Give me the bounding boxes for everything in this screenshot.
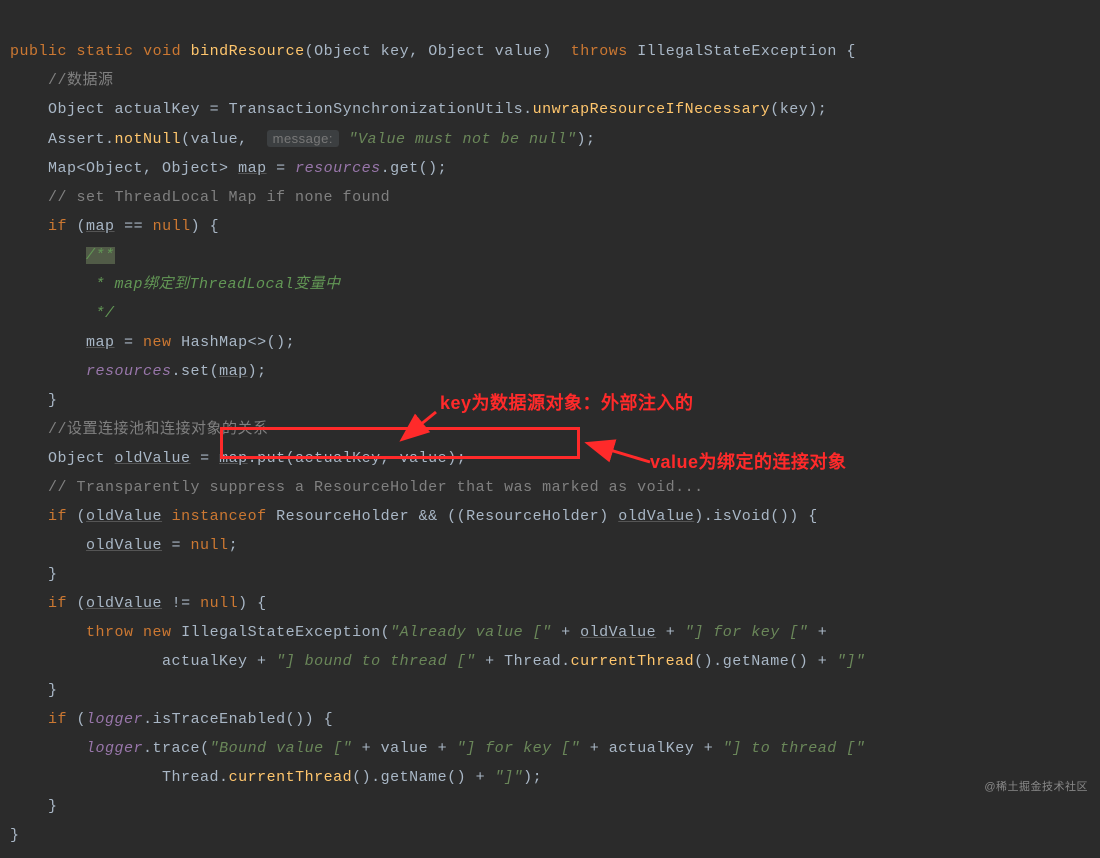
- cb-close: */: [86, 305, 115, 322]
- l14-s2: "] for key [": [457, 740, 581, 757]
- l12-m3: getName: [723, 653, 790, 670]
- l2-arg: key: [780, 101, 809, 118]
- l4-method: get: [390, 160, 419, 177]
- l9-var: oldValue: [86, 508, 162, 525]
- l14-s3: "] to thread [": [723, 740, 866, 757]
- p2-type: Object: [428, 43, 485, 60]
- l5-var: map: [86, 218, 115, 235]
- kw-public: public: [10, 43, 67, 60]
- l2-method: unwrapResourceIfNecessary: [533, 101, 771, 118]
- l14-v2: actualKey: [609, 740, 695, 757]
- l12-s1: "Already value [": [390, 624, 552, 641]
- l6-cls: HashMap<>: [181, 334, 267, 351]
- l12-cls2: Thread: [504, 653, 561, 670]
- l12-s2: "] for key [": [685, 624, 809, 641]
- l12-s4: "]": [837, 653, 866, 670]
- code-editor[interactable]: public static void bindResource(Object k…: [0, 0, 1100, 858]
- l3-method: notNull: [115, 131, 182, 148]
- l2-type: Object: [48, 101, 105, 118]
- l7-field: resources: [86, 363, 172, 380]
- l9-var2: oldValue: [618, 508, 694, 525]
- kw-void: void: [143, 43, 181, 60]
- l12-var: oldValue: [580, 624, 656, 641]
- cb-body: * map绑定到ThreadLocal变量中: [86, 276, 341, 293]
- l8-method: put: [257, 450, 286, 467]
- l2-var: actualKey: [115, 101, 201, 118]
- l4-type: Map<Object, Object>: [48, 160, 229, 177]
- l6-new: new: [143, 334, 172, 351]
- l13-m: isTraceEnabled: [153, 711, 286, 728]
- l9-cls: ResourceHolder: [276, 508, 409, 525]
- l5-if: if: [48, 218, 67, 235]
- l9-io: instanceof: [172, 508, 267, 525]
- kw-static: static: [77, 43, 134, 60]
- l13-field: logger: [86, 711, 143, 728]
- l7-arg: map: [219, 363, 248, 380]
- kw-throws: throws: [571, 43, 628, 60]
- l14-m: trace: [153, 740, 201, 757]
- l3-cls: Assert: [48, 131, 105, 148]
- l14-v1: value: [381, 740, 429, 757]
- comment-3: //设置连接池和连接对象的关系: [48, 421, 269, 438]
- watermark: @稀土掘金技术社区: [984, 778, 1088, 794]
- l12-s3: "] bound to thread [": [276, 653, 476, 670]
- l14-s1: "Bound value [": [210, 740, 353, 757]
- l12-var2: actualKey: [162, 653, 248, 670]
- l14-cls: Thread: [162, 769, 219, 786]
- ex-type: IllegalStateException: [637, 43, 837, 60]
- l14-m3: getName: [381, 769, 448, 786]
- l8-type: Object: [48, 450, 105, 467]
- l11-var: oldValue: [86, 595, 162, 612]
- comment-1: //数据源: [48, 72, 114, 89]
- p1-name: key: [381, 43, 410, 60]
- cb-open: /**: [86, 247, 115, 264]
- l9-cast: ResourceHolder: [466, 508, 599, 525]
- p2-name: value: [495, 43, 543, 60]
- l11-null: null: [200, 595, 238, 612]
- l9-if: if: [48, 508, 67, 525]
- l3-arg1: value: [191, 131, 239, 148]
- l12-m2: currentThread: [571, 653, 695, 670]
- l9-m: isVoid: [713, 508, 770, 525]
- l13-if: if: [48, 711, 67, 728]
- param-hint: message:: [267, 130, 339, 147]
- l8-a2: value: [400, 450, 448, 467]
- l4-field: resources: [295, 160, 381, 177]
- l7-method: set: [181, 363, 210, 380]
- l8-a1: actualKey: [295, 450, 381, 467]
- l5-null: null: [153, 218, 191, 235]
- l3-str: "Value must not be null": [349, 131, 577, 148]
- l6-var: map: [86, 334, 115, 351]
- l14-s4: "]": [495, 769, 524, 786]
- l12-new: new: [143, 624, 172, 641]
- l5-eq: ==: [124, 218, 143, 235]
- l8-map: map: [219, 450, 248, 467]
- l14-m2: currentThread: [229, 769, 353, 786]
- l12-cls: IllegalStateException: [181, 624, 381, 641]
- l14-field: logger: [86, 740, 143, 757]
- p1-type: Object: [314, 43, 371, 60]
- l4-var: map: [238, 160, 267, 177]
- l10-null: null: [191, 537, 229, 554]
- l12-throw: throw: [86, 624, 134, 641]
- l10-var: oldValue: [86, 537, 162, 554]
- method-name: bindResource: [191, 43, 305, 60]
- comment-2: // set ThreadLocal Map if none found: [48, 189, 390, 206]
- comment-4: // Transparently suppress a ResourceHold…: [48, 479, 704, 496]
- l11-ne: !=: [172, 595, 191, 612]
- l11-if: if: [48, 595, 67, 612]
- l8-var: oldValue: [115, 450, 191, 467]
- l2-cls: TransactionSynchronizationUtils: [229, 101, 524, 118]
